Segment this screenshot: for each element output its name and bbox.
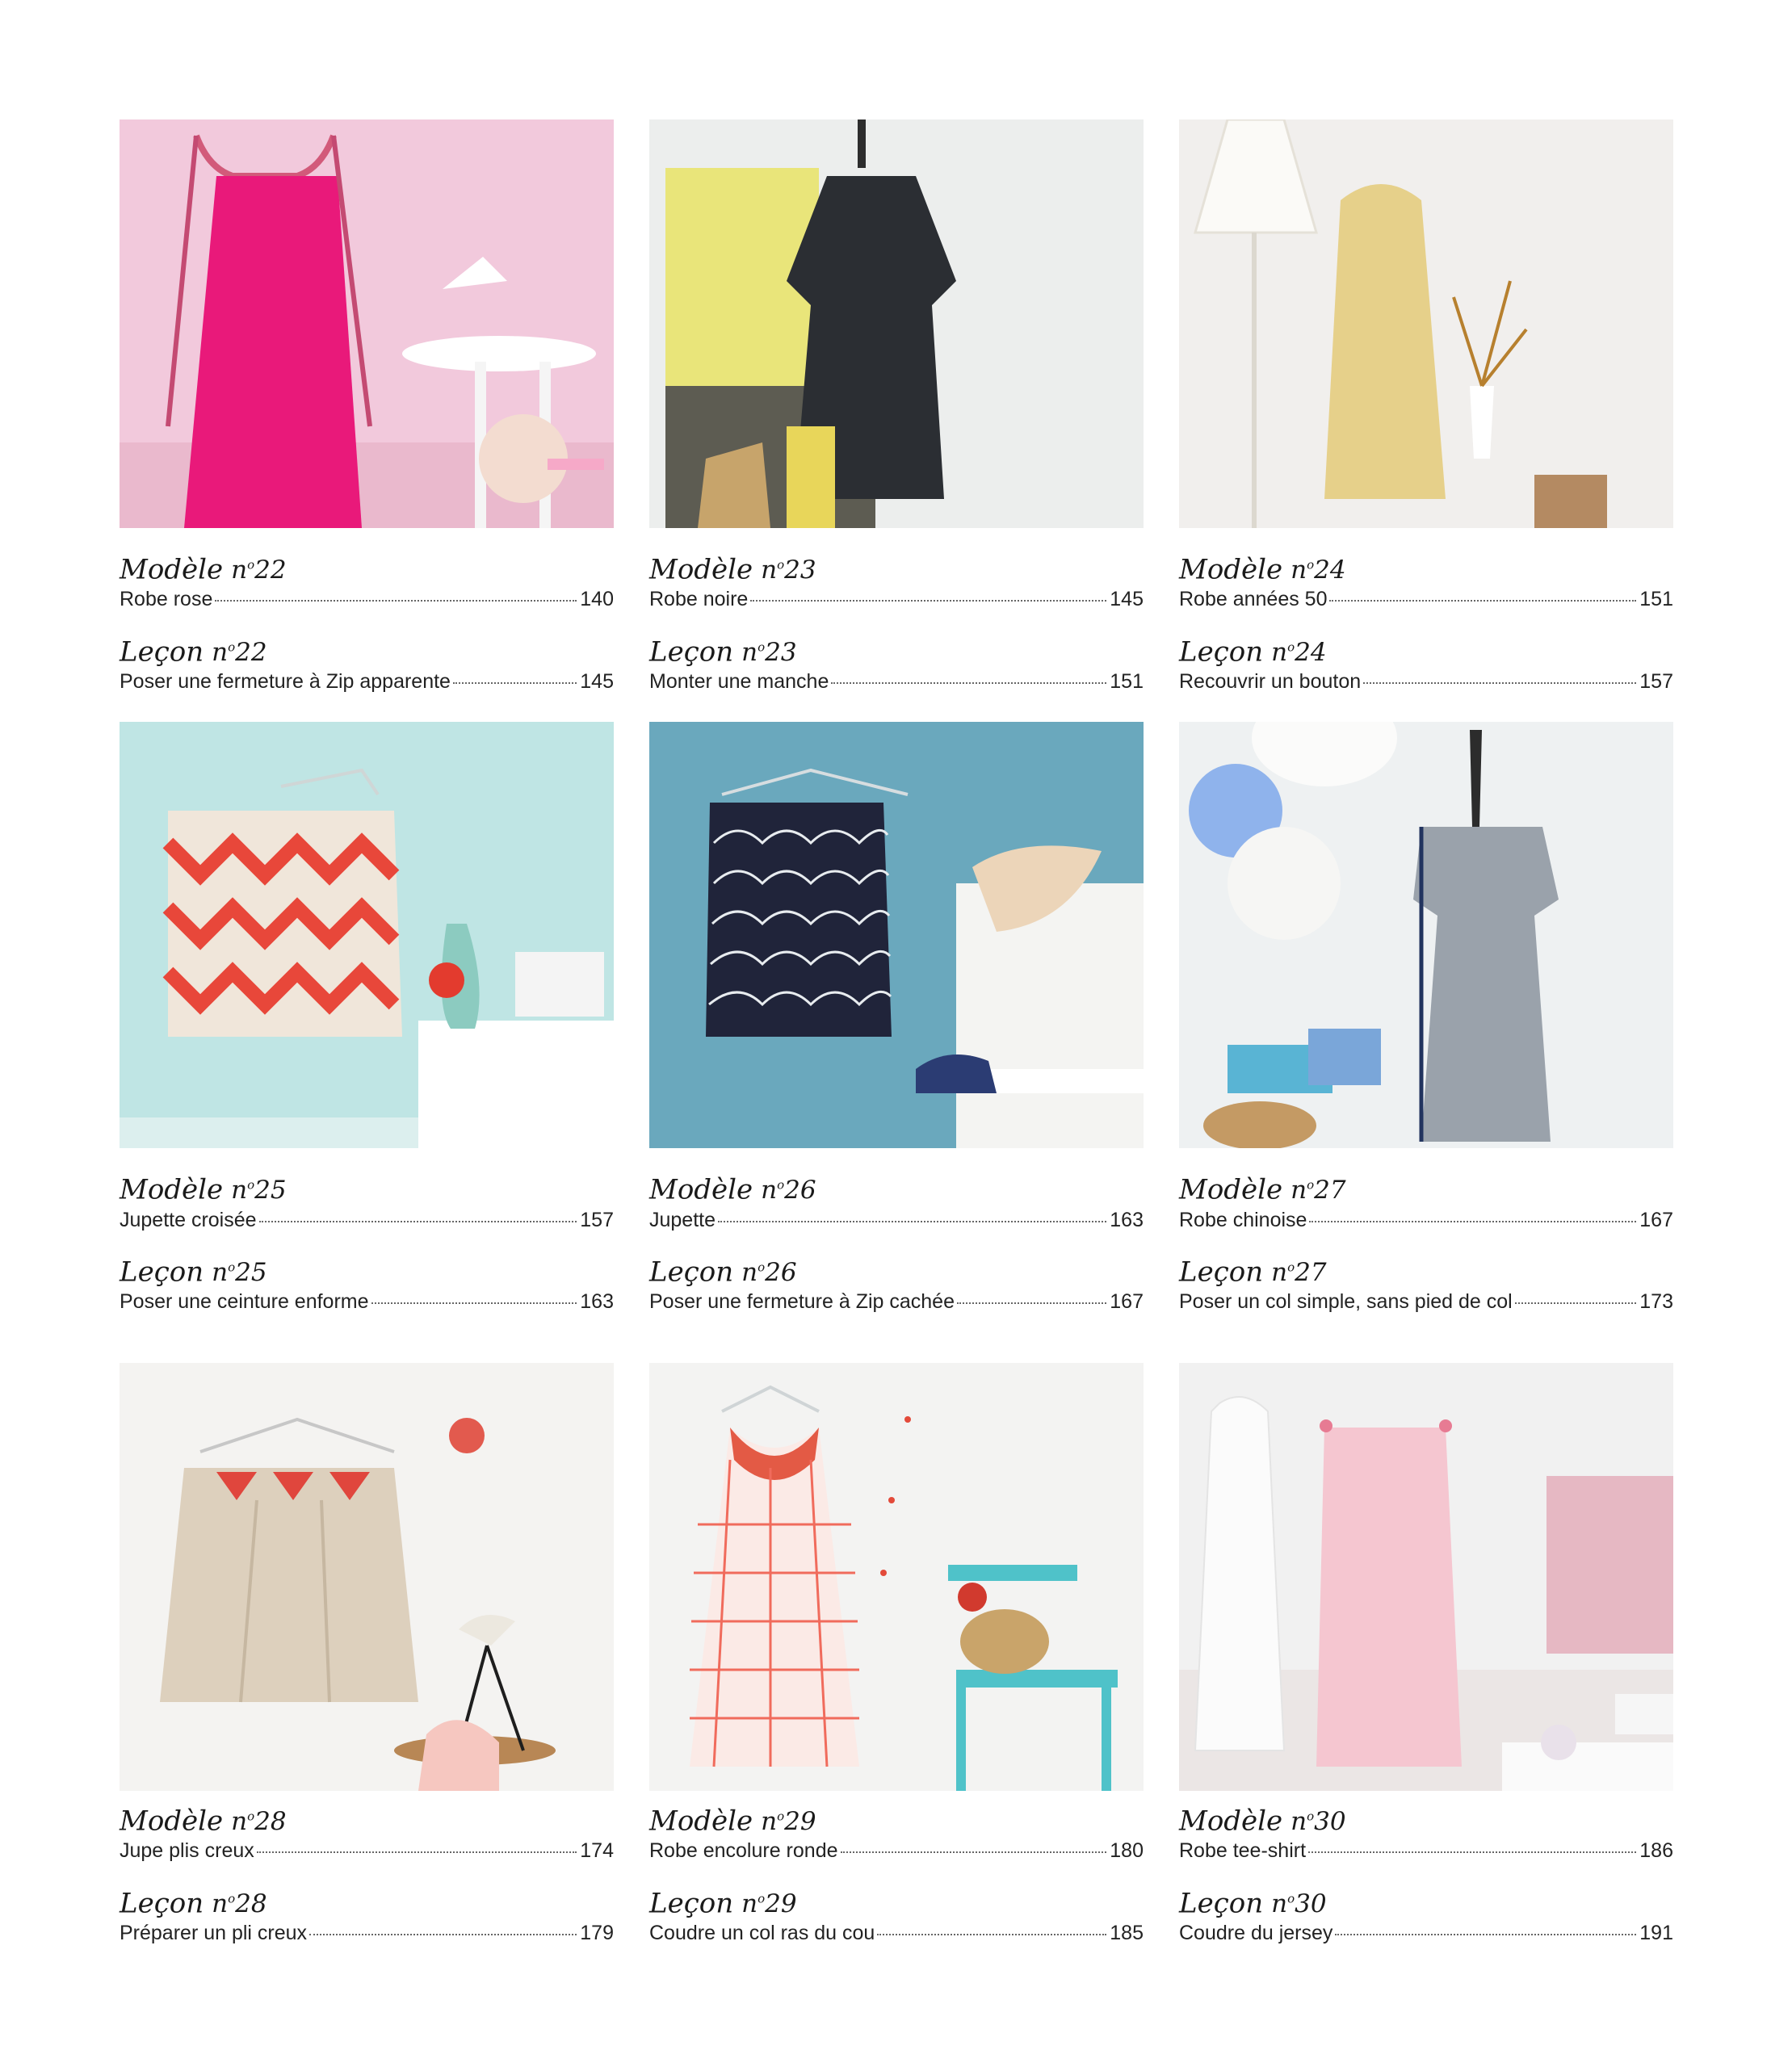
modele-toc-line[interactable]: Robe tee-shirt 186 bbox=[1179, 1839, 1673, 1865]
lecon-toc-line[interactable]: Coudre du jersey 191 bbox=[1179, 1922, 1673, 1948]
lecon-heading: Leçon no29 bbox=[649, 1887, 797, 1920]
lecon-heading: Leçon no28 bbox=[120, 1887, 267, 1920]
modele-toc-line[interactable]: Jupette 163 bbox=[649, 1209, 1144, 1235]
lecon-heading: Leçon no22 bbox=[120, 635, 267, 669]
lecon-toc-line[interactable]: Coudre un col ras du cou 185 bbox=[649, 1922, 1144, 1948]
lecon-heading: Leçon no30 bbox=[1179, 1887, 1327, 1920]
lecon-heading: Leçon no23 bbox=[649, 635, 797, 669]
modele-heading: Modèle no23 bbox=[649, 553, 816, 586]
modele-toc-line[interactable]: Robe noire 145 bbox=[649, 588, 1144, 614]
photo-robe-encolure-ronde bbox=[649, 1363, 1144, 1791]
lecon-toc-line[interactable]: Poser un col simple, sans pied de col 173 bbox=[1179, 1290, 1673, 1316]
contents-page: Modèle no22 Robe rose 140 Leçon no22 Poser … bbox=[0, 0, 1792, 2067]
lecon-toc-line[interactable]: Poser une ceinture enforme 163 bbox=[120, 1290, 614, 1316]
modele-heading: Modèle no28 bbox=[120, 1805, 287, 1838]
photo-robe-annees-50 bbox=[1179, 119, 1673, 528]
modele-heading: Modèle no25 bbox=[120, 1173, 287, 1206]
modele-heading: Modèle no26 bbox=[649, 1173, 816, 1206]
lecon-heading: Leçon no24 bbox=[1179, 635, 1327, 669]
photo-jupe-plis-creux bbox=[120, 1363, 614, 1791]
modele-toc-line[interactable]: Robe chinoise 167 bbox=[1179, 1209, 1673, 1235]
modele-heading: Modèle no29 bbox=[649, 1805, 816, 1838]
photo-robe-tee-shirt bbox=[1179, 1363, 1673, 1791]
lecon-toc-line[interactable]: Poser une fermeture à Zip apparente 145 bbox=[120, 670, 614, 696]
modele-toc-line[interactable]: Jupe plis creux 174 bbox=[120, 1839, 614, 1865]
modele-toc-line[interactable]: Jupette croisée 157 bbox=[120, 1209, 614, 1235]
photo-robe-chinoise bbox=[1179, 722, 1673, 1148]
modele-toc-line[interactable]: Robe années 50 151 bbox=[1179, 588, 1673, 614]
modele-heading: Modèle no22 bbox=[120, 553, 287, 586]
modele-toc-line[interactable]: Robe encolure ronde 180 bbox=[649, 1839, 1144, 1865]
modele-heading: Modèle no30 bbox=[1179, 1805, 1346, 1838]
photo-jupette bbox=[649, 722, 1144, 1148]
lecon-toc-line[interactable]: Recouvrir un bouton 157 bbox=[1179, 670, 1673, 696]
modele-heading: Modèle no24 bbox=[1179, 553, 1346, 586]
modele-toc-line[interactable]: Robe rose 140 bbox=[120, 588, 614, 614]
lecon-toc-line[interactable]: Préparer un pli creux 179 bbox=[120, 1922, 614, 1948]
photo-jupette-croisee bbox=[120, 722, 614, 1148]
photo-robe-rose bbox=[120, 119, 614, 528]
lecon-heading: Leçon no25 bbox=[120, 1256, 267, 1289]
modele-heading: Modèle no27 bbox=[1179, 1173, 1346, 1206]
lecon-heading: Leçon no27 bbox=[1179, 1256, 1327, 1289]
lecon-toc-line[interactable]: Monter une manche 151 bbox=[649, 670, 1144, 696]
lecon-heading: Leçon no26 bbox=[649, 1256, 797, 1289]
photo-robe-noire bbox=[649, 119, 1144, 528]
lecon-toc-line[interactable]: Poser une fermeture à Zip cachée 167 bbox=[649, 1290, 1144, 1316]
